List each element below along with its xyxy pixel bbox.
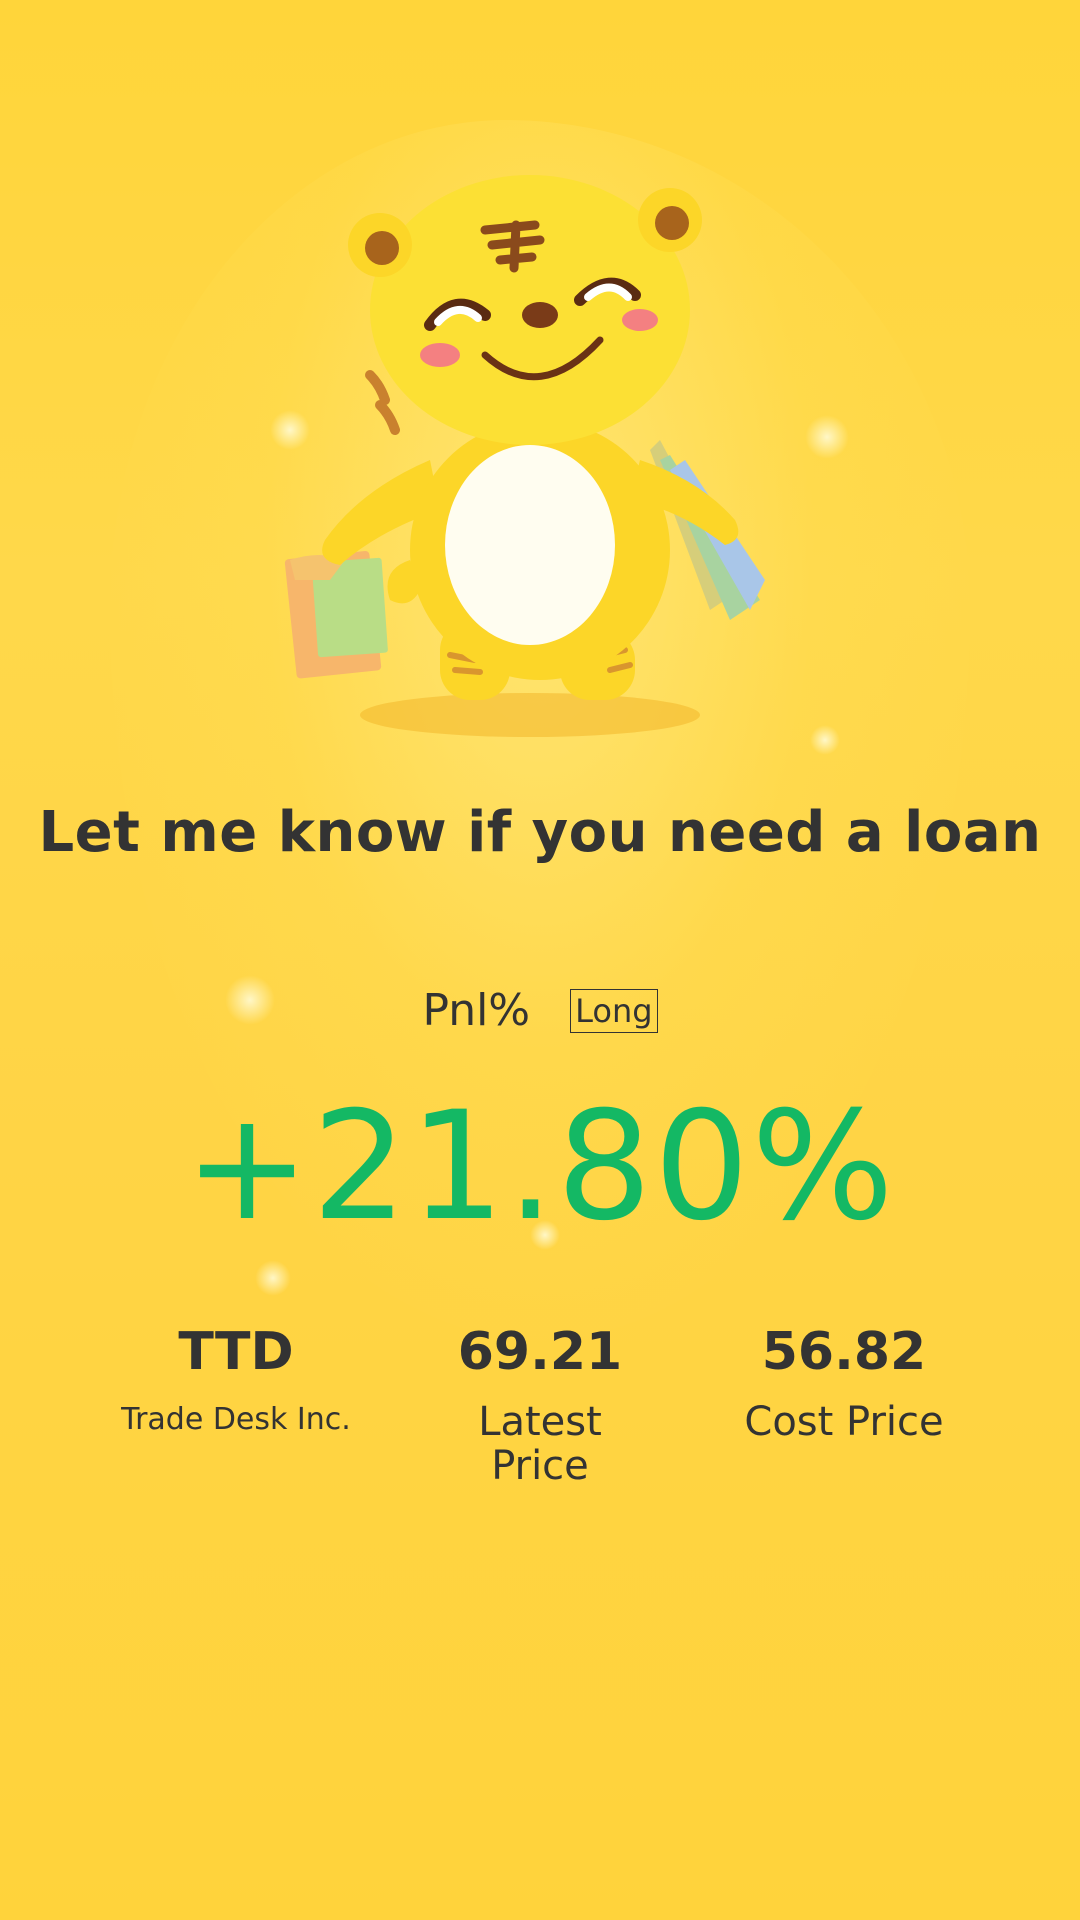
promo-headline: Let me know if you need a loan xyxy=(38,800,1042,865)
company-name: Trade Desk Inc. xyxy=(121,1402,351,1437)
ticker-symbol: TTD xyxy=(178,1322,294,1382)
pnl-percentage: +21.80% xyxy=(184,1080,896,1254)
stat-latest-price: 69.21 Latest Price xyxy=(390,1320,690,1488)
stat-ticker: TTD Trade Desk Inc. xyxy=(86,1320,386,1438)
sparkle-decoration xyxy=(805,415,849,459)
sparkle-decoration xyxy=(810,725,840,755)
pnl-header: Pnl% Long xyxy=(0,985,1080,1036)
pnl-label: Pnl% xyxy=(422,985,531,1036)
stock-stats: TTD Trade Desk Inc. 69.21 Latest Price 5… xyxy=(0,1320,1080,1520)
position-side-badge: Long xyxy=(570,988,658,1033)
latest-price-value: 69.21 xyxy=(457,1322,623,1382)
tiger-mascot-icon xyxy=(270,160,790,760)
cost-price-value: 56.82 xyxy=(761,1322,927,1382)
sparkle-decoration xyxy=(255,1260,291,1296)
cost-price-label: Cost Price xyxy=(744,1399,944,1445)
latest-price-label: Latest Price xyxy=(478,1399,602,1489)
stat-cost-price: 56.82 Cost Price xyxy=(694,1320,994,1444)
